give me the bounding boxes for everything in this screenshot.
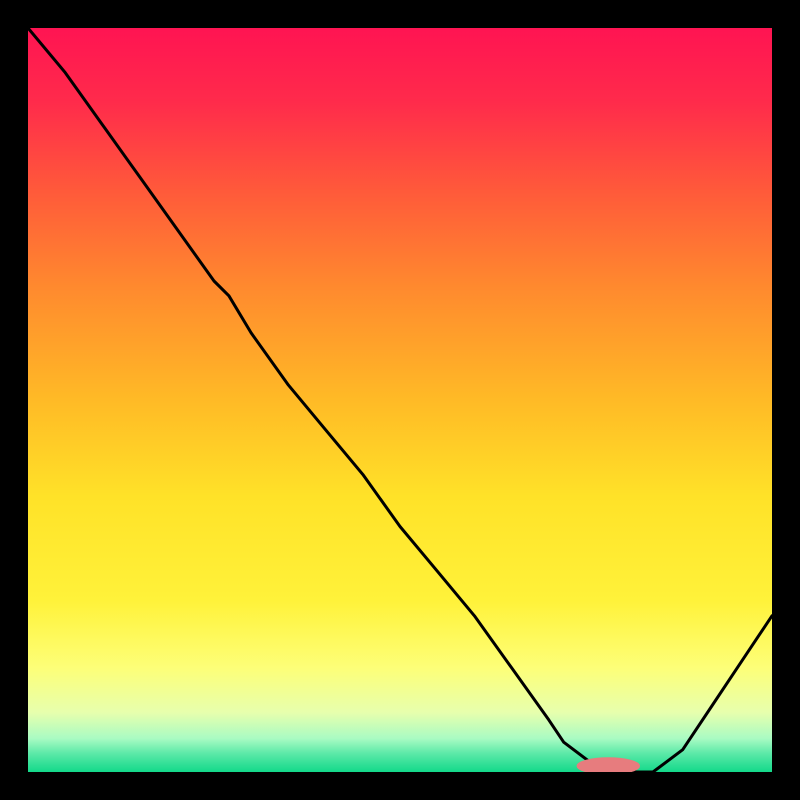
chart-frame: TheBottlenecker.com — [0, 0, 800, 800]
gradient-background — [28, 28, 772, 772]
bottleneck-chart — [0, 0, 800, 800]
optimal-marker — [577, 758, 639, 774]
